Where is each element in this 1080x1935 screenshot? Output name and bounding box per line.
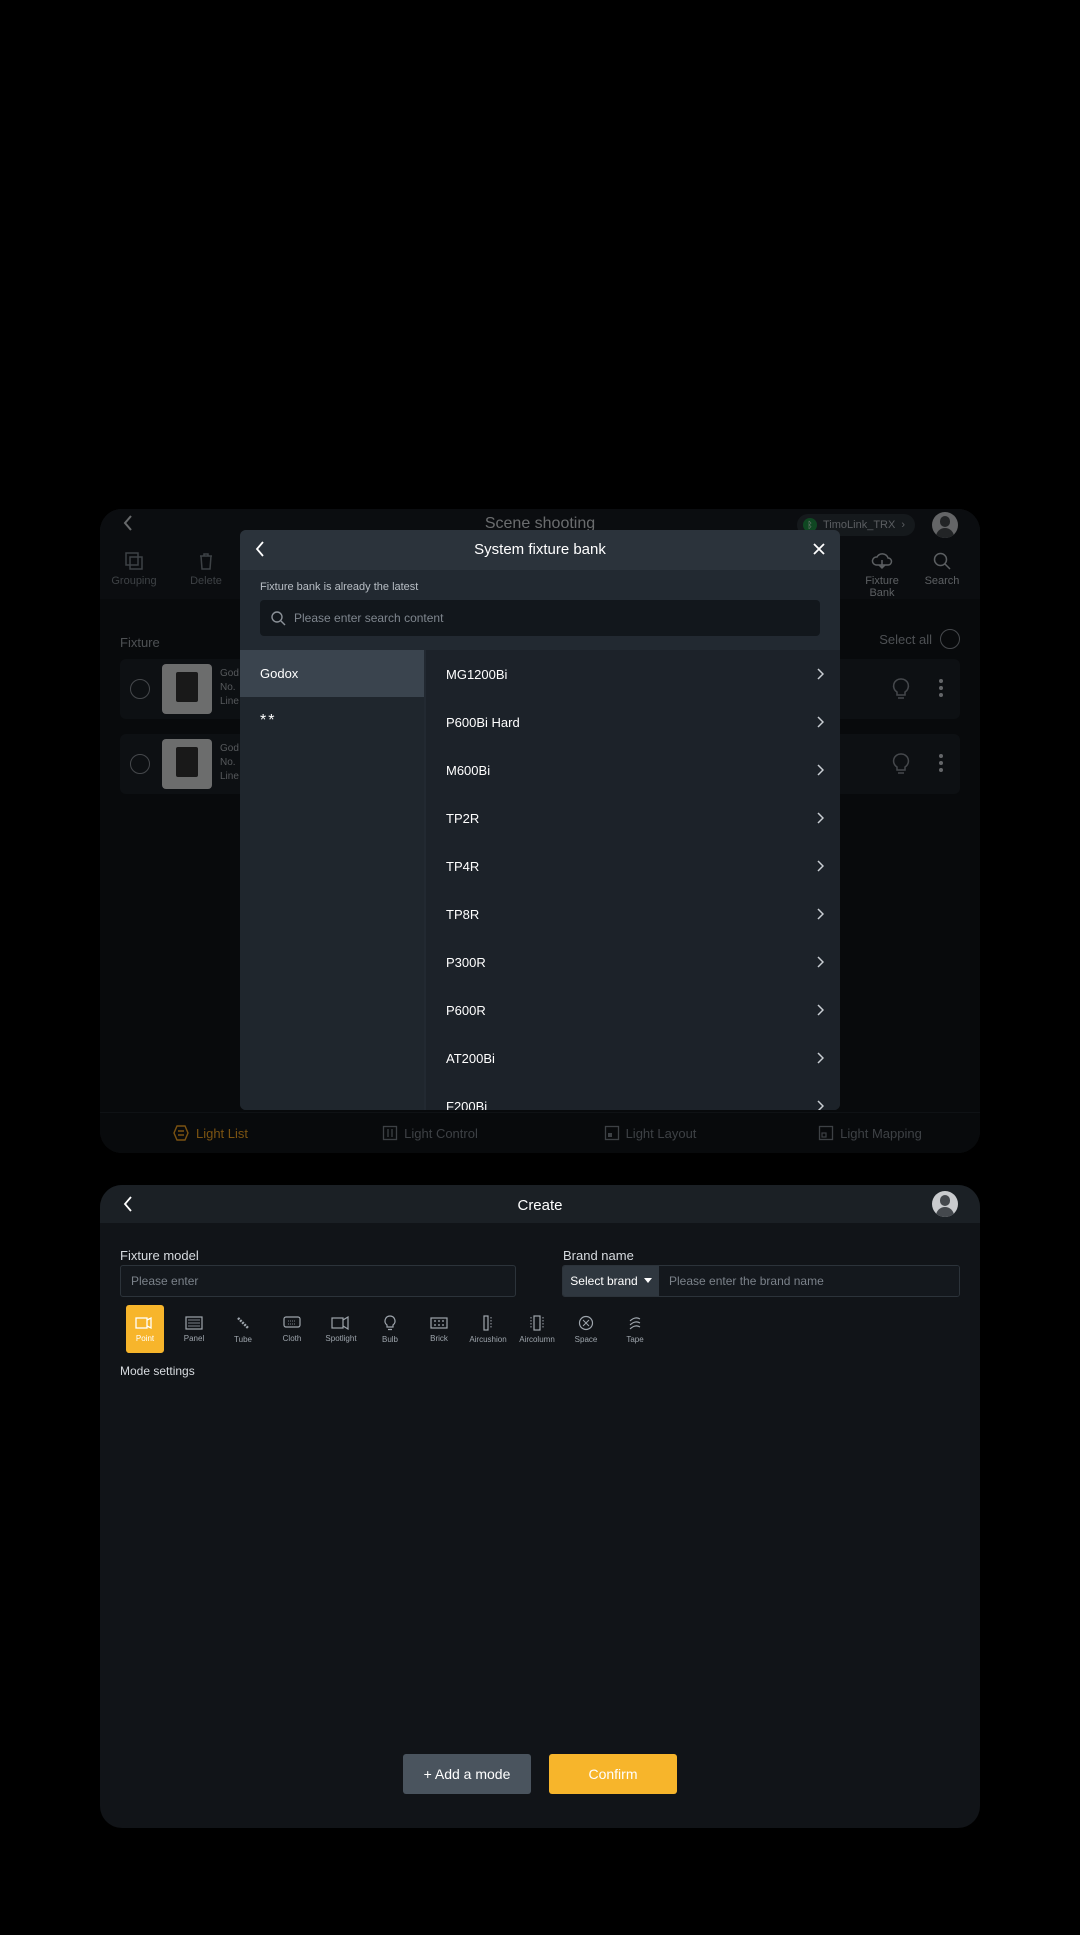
type-label: Space [574,1334,598,1344]
model-name: P600Bi Hard [446,714,520,730]
fixture-model-label: Fixture model [120,1248,199,1263]
brand-name-label: Brand name [563,1248,634,1263]
create-screen: Create Fixture model Brand name Select b… [100,1185,980,1828]
type-bulb[interactable]: Bulb [371,1305,409,1353]
type-tape[interactable]: Tape [616,1305,654,1353]
model-name: TP8R [446,906,480,922]
brand-field: Select brand [562,1265,960,1297]
fixture-model-input[interactable] [120,1265,516,1297]
brand-select-label: Select brand [570,1274,638,1288]
model-name: P600R [446,1002,486,1018]
type-panel[interactable]: Panel [175,1305,213,1353]
model-name: MG1200Bi [446,666,508,682]
bank-status-note: Fixture bank is already the latest [260,581,419,593]
bulb-icon [384,1314,396,1330]
model-item[interactable]: AT200Bi [426,1034,840,1082]
cloth-light-icon [283,1315,301,1328]
brand-item-other[interactable]: ** [240,697,424,744]
type-aircushion[interactable]: Aircushion [469,1305,507,1353]
type-label: Brick [430,1333,448,1343]
model-item[interactable]: M600Bi [426,746,840,794]
model-item[interactable]: P600Bi Hard [426,698,840,746]
brand-item-godox[interactable]: Godox [240,650,424,697]
brick-light-icon [430,1316,448,1329]
chevron-right-icon [817,956,824,968]
type-label: Tape [626,1334,644,1344]
type-space[interactable]: Space [567,1305,605,1353]
chevron-right-icon [817,908,824,920]
type-label: Aircolumn [519,1334,555,1344]
model-name: F200Bi [446,1098,488,1111]
type-label: Aircushion [469,1334,507,1344]
model-name: AT200Bi [446,1050,495,1066]
type-brick[interactable]: Brick [420,1305,458,1353]
brand-list: Godox ** [240,650,424,1110]
model-name: TP2R [446,810,480,826]
chevron-right-icon [817,860,824,872]
point-light-icon [135,1316,152,1329]
model-item[interactable]: TP4R [426,842,840,890]
chevron-right-icon [817,716,824,728]
panel-light-icon [185,1315,203,1330]
chevron-right-icon [817,1100,824,1110]
model-item[interactable]: P600R [426,986,840,1034]
scene-shooting-screen: Scene shooting ᛒ TimoLink_TRX › Grouping… [100,509,980,1153]
brand-name-input[interactable] [659,1266,959,1296]
type-spotlight[interactable]: Spotlight [322,1305,360,1353]
space-light-icon [578,1315,594,1330]
model-name: P300R [446,954,486,970]
aircushion-icon [483,1314,492,1331]
spotlight-icon [331,1315,349,1330]
type-label: Cloth [282,1333,302,1343]
add-mode-button[interactable]: + Add a mode [403,1754,531,1794]
page-title: Create [517,1197,563,1214]
dialog-header: System fixture bank [240,530,840,570]
chevron-right-icon [817,812,824,824]
chevron-right-icon [817,764,824,776]
search-icon [271,611,286,626]
mode-settings-label: Mode settings [120,1364,195,1378]
model-item[interactable]: MG1200Bi [426,650,840,698]
chevron-right-icon [817,1004,824,1016]
brand-select-dropdown[interactable]: Select brand [563,1266,659,1296]
aircolumn-icon [530,1314,544,1331]
confirm-button[interactable]: Confirm [549,1754,677,1794]
type-label: Panel [183,1333,205,1343]
type-point[interactable]: Point [126,1305,164,1353]
chevron-right-icon [817,1052,824,1064]
type-label: Bulb [381,1334,398,1344]
tube-light-icon [237,1316,249,1329]
system-fixture-bank-dialog: System fixture bank Fixture bank is alre… [240,530,840,1110]
tape-light-icon [629,1316,641,1329]
dialog-search-box[interactable] [260,600,820,636]
type-cloth[interactable]: Cloth [273,1305,311,1353]
chevron-right-icon [817,668,824,680]
model-list: MG1200Bi P600Bi Hard M600Bi TP2R TP4R TP… [426,650,840,1110]
model-name: TP4R [446,858,480,874]
fixture-type-selector: Point Panel Tube Cloth Spotlight Bulb Br… [126,1305,654,1353]
avatar[interactable] [932,1191,958,1217]
model-item[interactable]: TP2R [426,794,840,842]
create-header: Create [100,1185,980,1223]
model-item[interactable]: P300R [426,938,840,986]
type-label: Spotlight [325,1333,357,1343]
model-item[interactable]: TP8R [426,890,840,938]
model-item[interactable]: F200Bi [426,1082,840,1110]
close-icon[interactable] [812,542,826,556]
dialog-title: System fixture bank [474,541,606,558]
type-tube[interactable]: Tube [224,1305,262,1353]
type-aircolumn[interactable]: Aircolumn [518,1305,556,1353]
type-label: Tube [234,1334,252,1344]
type-label: Point [135,1333,155,1343]
dialog-search-input[interactable] [294,611,794,625]
model-name: M600Bi [446,762,491,778]
caret-down-icon [643,1278,652,1283]
